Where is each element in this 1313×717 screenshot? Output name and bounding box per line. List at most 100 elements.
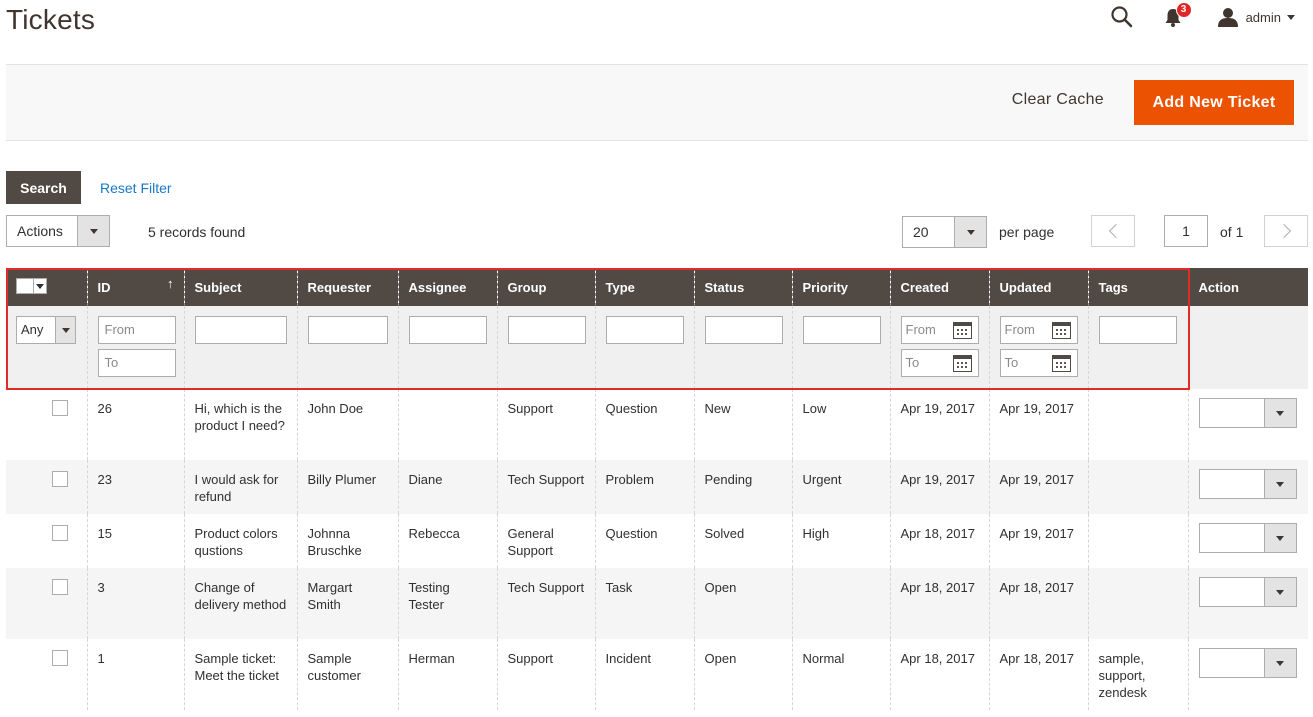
calendar-icon[interactable] xyxy=(952,322,972,339)
chevron-down-icon xyxy=(1263,399,1296,427)
column-header-tags[interactable]: Tags xyxy=(1087,268,1188,306)
row-checkbox[interactable] xyxy=(52,525,68,541)
table-row: 15 Product colors qustions Johnna Brusch… xyxy=(6,514,1308,568)
table-row: 26 Hi, which is the product I need? John… xyxy=(6,389,1308,460)
group-filter-input[interactable] xyxy=(507,316,586,344)
cell-subject: Change of delivery method xyxy=(183,568,297,639)
column-header-updated[interactable]: Updated xyxy=(988,268,1088,306)
mass-filter-select[interactable]: Any xyxy=(16,316,76,344)
type-filter-input[interactable] xyxy=(605,316,684,344)
row-checkbox[interactable] xyxy=(52,579,68,595)
updated-to-input[interactable]: To xyxy=(999,349,1078,377)
add-new-ticket-button[interactable]: Add New Ticket xyxy=(1134,80,1294,125)
row-checkbox[interactable] xyxy=(52,650,68,666)
cell-priority xyxy=(791,568,890,639)
cell-id: 26 xyxy=(86,389,184,460)
cell-type: Problem xyxy=(594,460,694,514)
cell-created: Apr 18, 2017 xyxy=(889,514,989,568)
cell-assignee: Diane xyxy=(397,460,497,514)
cell-updated: Apr 19, 2017 xyxy=(988,460,1088,514)
row-action-select[interactable] xyxy=(1198,648,1297,678)
cell-created: Apr 18, 2017 xyxy=(889,639,989,710)
next-page-button[interactable] xyxy=(1264,215,1308,247)
column-header-type[interactable]: Type xyxy=(594,268,694,306)
per-page-value: 20 xyxy=(913,224,929,240)
created-from-input[interactable]: From xyxy=(900,316,979,344)
cell-type: Question xyxy=(594,514,694,568)
cell-updated: Apr 19, 2017 xyxy=(988,389,1088,460)
mass-actions-label: Actions xyxy=(17,223,63,239)
cell-status: Solved xyxy=(693,514,792,568)
cell-updated: Apr 18, 2017 xyxy=(988,639,1088,710)
user-name: admin xyxy=(1245,9,1281,25)
cell-subject: Sample ticket: Meet the ticket xyxy=(183,639,297,710)
tags-filter-input[interactable] xyxy=(1098,316,1177,344)
cell-subject: Product colors qustions xyxy=(183,514,297,568)
cell-requester: Johnna Bruschke xyxy=(296,514,398,568)
previous-page-button[interactable] xyxy=(1091,215,1135,247)
row-action-select[interactable] xyxy=(1198,523,1297,553)
search-button[interactable]: Search xyxy=(6,171,81,204)
created-to-placeholder: To xyxy=(905,355,920,370)
total-pages: of 1 xyxy=(1220,224,1244,240)
column-header-status[interactable]: Status xyxy=(693,268,792,306)
cell-assignee: Rebecca xyxy=(397,514,497,568)
status-filter-input[interactable] xyxy=(704,316,783,344)
mass-actions-select[interactable]: Actions xyxy=(6,215,110,247)
page-title: Tickets xyxy=(6,4,96,35)
cell-updated: Apr 19, 2017 xyxy=(988,514,1088,568)
tickets-grid: ID ↑ Subject Requester Assignee Group Typ… xyxy=(6,268,1308,710)
column-header-action: Action xyxy=(1187,268,1308,306)
cell-tags xyxy=(1087,514,1188,568)
created-to-input[interactable]: To xyxy=(900,349,979,377)
column-header-requester[interactable]: Requester xyxy=(296,268,398,306)
row-action-select[interactable] xyxy=(1198,398,1297,428)
column-mass-select xyxy=(6,268,87,306)
calendar-icon[interactable] xyxy=(952,355,972,372)
header-actions: 3 admin xyxy=(1110,2,1295,30)
column-header-subject[interactable]: Subject xyxy=(183,268,297,306)
clear-cache-button[interactable]: Clear Cache xyxy=(1012,91,1104,109)
row-checkbox[interactable] xyxy=(52,400,68,416)
id-to-input[interactable]: To xyxy=(97,349,176,377)
row-checkbox[interactable] xyxy=(52,471,68,487)
cell-status: Open xyxy=(693,568,792,639)
mass-select-dropdown[interactable] xyxy=(16,278,47,294)
priority-filter-input[interactable] xyxy=(802,316,881,344)
assignee-filter-input[interactable] xyxy=(408,316,487,344)
table-row: 1 Sample ticket: Meet the ticket Sample … xyxy=(6,639,1308,710)
cell-requester: John Doe xyxy=(296,389,398,460)
cell-assignee: Testing Tester xyxy=(397,568,497,639)
search-icon[interactable] xyxy=(1110,5,1134,29)
column-header-created[interactable]: Created xyxy=(889,268,989,306)
calendar-icon[interactable] xyxy=(1051,322,1071,339)
cell-id: 23 xyxy=(86,460,184,514)
cell-type: Question xyxy=(594,389,694,460)
cell-group: General Support xyxy=(496,514,595,568)
current-page-input[interactable] xyxy=(1164,215,1208,247)
subject-filter-input[interactable] xyxy=(194,316,287,344)
notifications-button[interactable]: 3 xyxy=(1164,2,1192,30)
filter-row: Any From To From To From To xyxy=(6,306,1308,389)
calendar-icon[interactable] xyxy=(1051,355,1071,372)
row-action-select[interactable] xyxy=(1198,577,1297,607)
row-action-select[interactable] xyxy=(1198,469,1297,499)
user-icon xyxy=(1217,8,1238,27)
cell-status: New xyxy=(693,389,792,460)
requester-filter-input[interactable] xyxy=(307,316,388,344)
mass-filter-value: Any xyxy=(21,322,44,337)
reset-filter-link[interactable]: Reset Filter xyxy=(100,180,172,196)
column-header-group[interactable]: Group xyxy=(496,268,595,306)
updated-from-input[interactable]: From xyxy=(999,316,1078,344)
column-header-priority[interactable]: Priority xyxy=(791,268,890,306)
cell-subject: I would ask for refund xyxy=(183,460,297,514)
id-from-input[interactable]: From xyxy=(97,316,176,344)
cell-requester: Margart Smith xyxy=(296,568,398,639)
user-menu[interactable]: admin xyxy=(1217,7,1295,27)
column-header-id[interactable]: ID ↑ xyxy=(86,268,184,306)
column-header-assignee[interactable]: Assignee xyxy=(397,268,497,306)
cell-id: 15 xyxy=(86,514,184,568)
cell-type: Incident xyxy=(594,639,694,710)
cell-priority: Low xyxy=(791,389,890,460)
per-page-select[interactable]: 20 xyxy=(902,216,987,248)
